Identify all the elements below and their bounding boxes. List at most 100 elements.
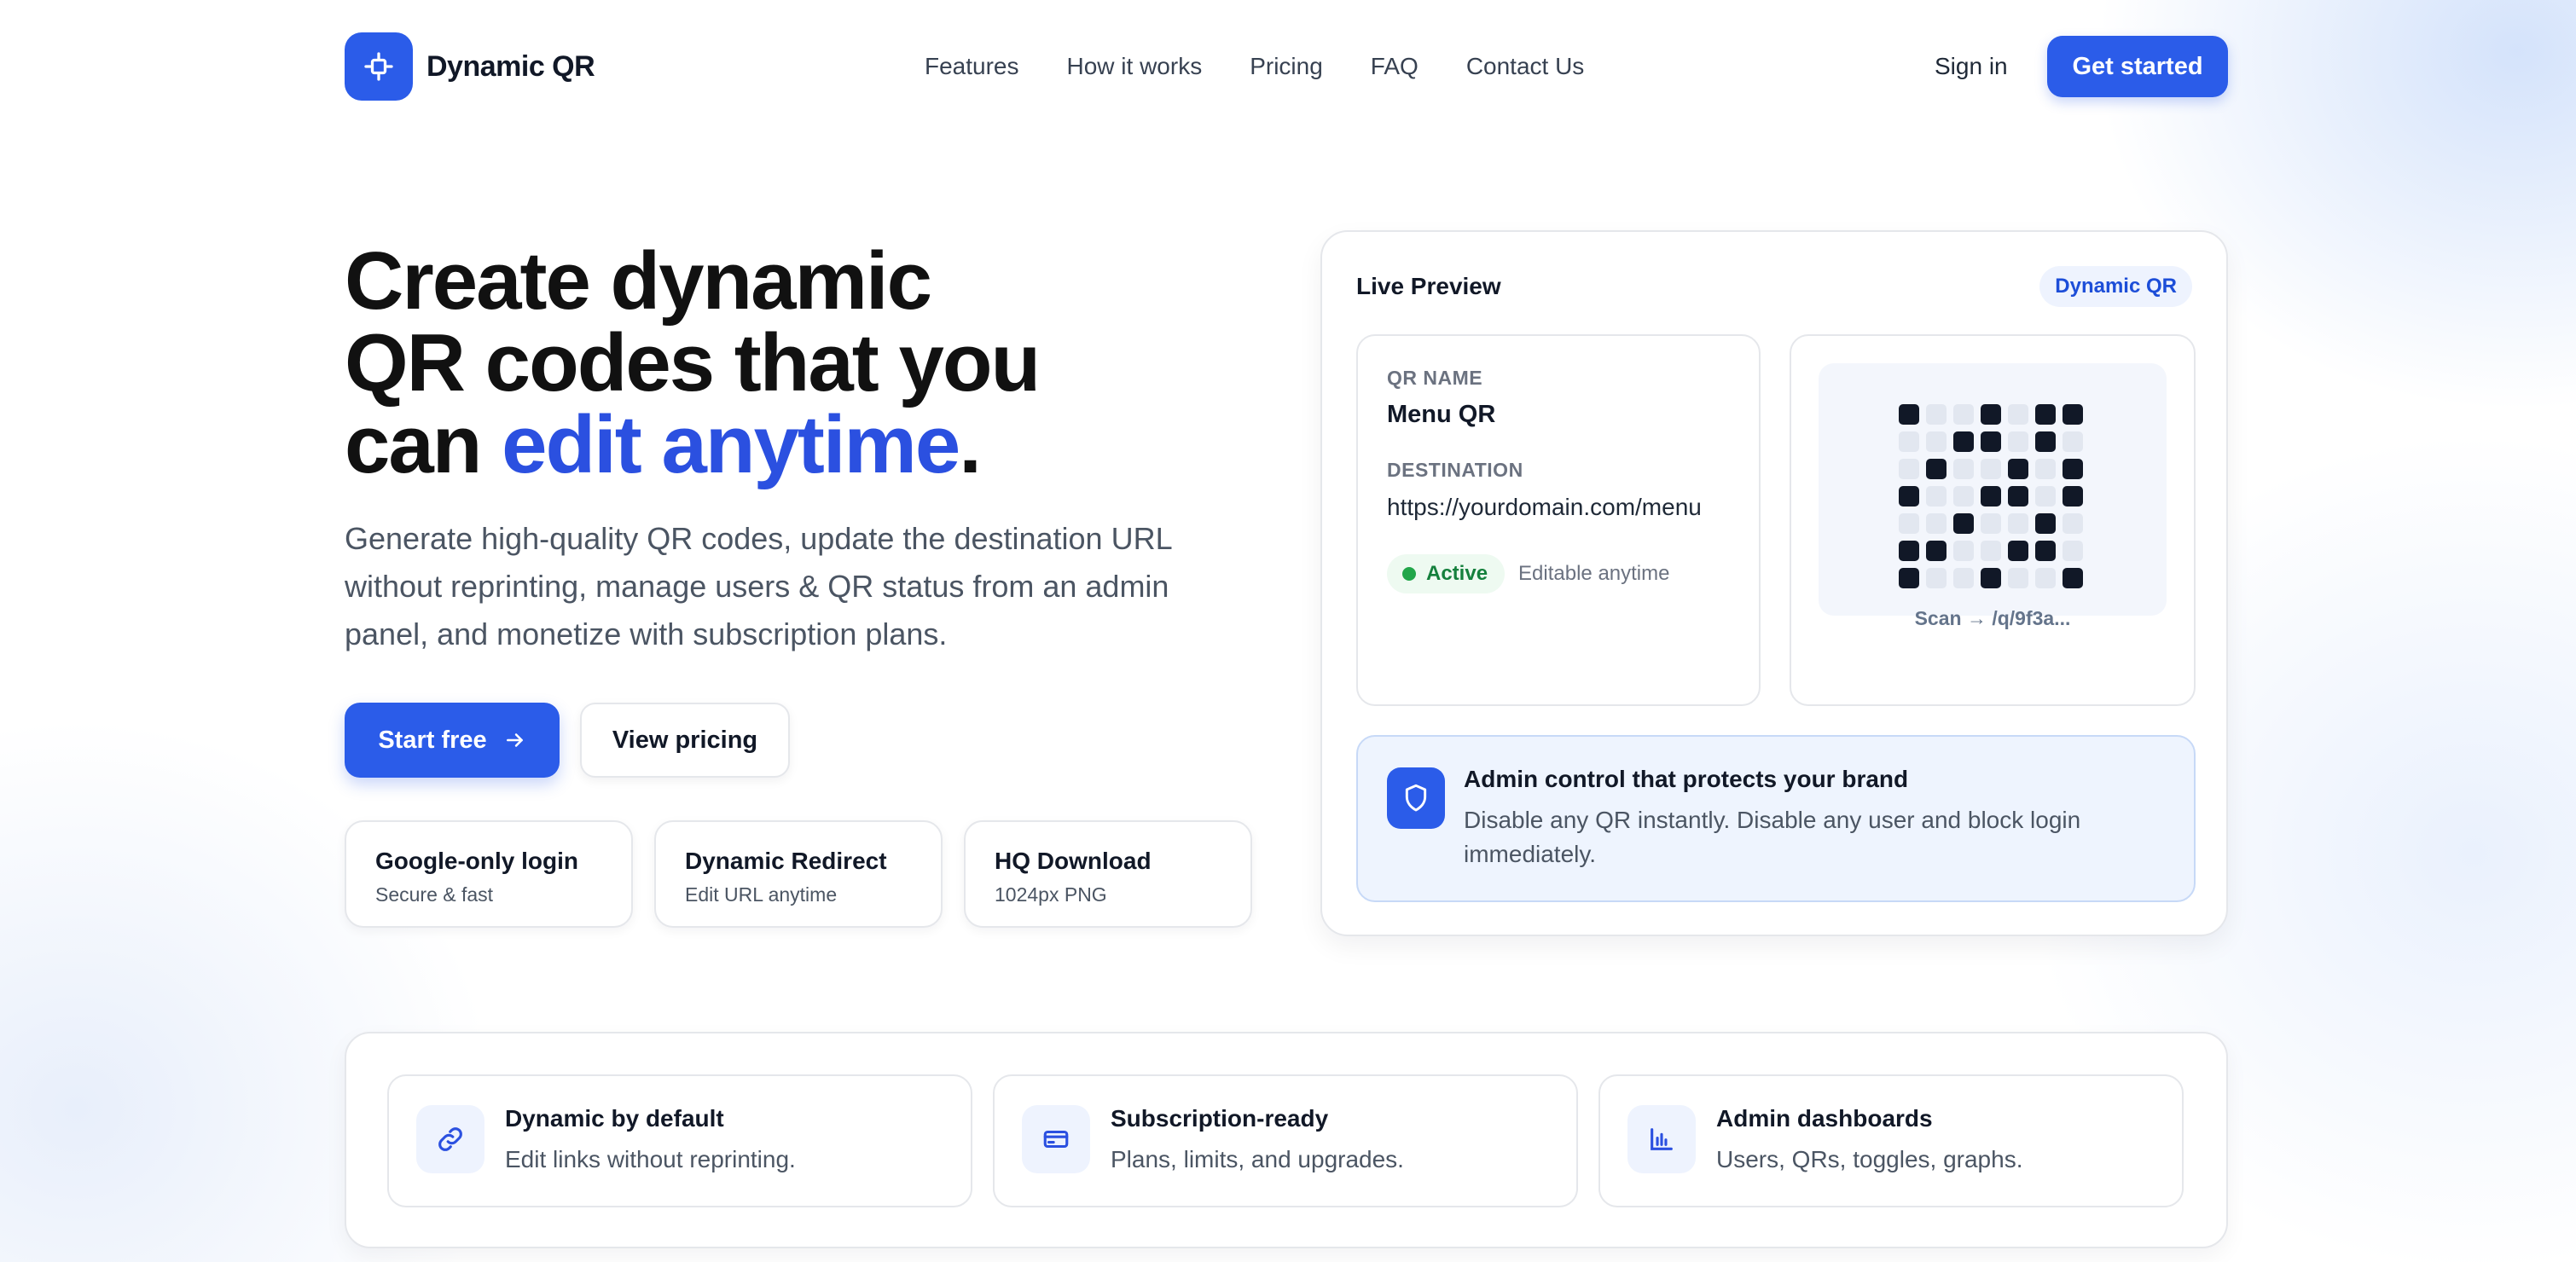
- qr-module: [2035, 404, 2056, 425]
- feature-chip-dynamic-redirect: Dynamic Redirect Edit URL anytime: [654, 820, 943, 928]
- qr-module: [2008, 513, 2028, 534]
- nav-link-features[interactable]: Features: [925, 53, 1019, 80]
- top-nav: Dynamic QR Features How it works Pricing…: [345, 32, 2228, 101]
- qr-module: [1981, 459, 2001, 479]
- qr-module: [1953, 568, 1974, 588]
- status-note: Editable anytime: [1518, 562, 1670, 585]
- shield-badge: [1387, 767, 1445, 829]
- qr-module: [2035, 568, 2056, 588]
- qr-module: [2008, 486, 2028, 507]
- feature-icon-box: [1627, 1105, 1696, 1173]
- qr-module: [1899, 513, 1919, 534]
- qr-module: [1953, 431, 1974, 452]
- nav-link-faq[interactable]: FAQ: [1371, 53, 1419, 80]
- feature-chip-title: HQ Download: [995, 848, 1152, 874]
- qr-module: [2063, 404, 2083, 425]
- feature-chip-subtitle: Edit URL anytime: [685, 883, 838, 906]
- qr-module: [1981, 404, 2001, 425]
- hero-title-line2: QR codes that you: [345, 317, 1041, 408]
- panel-title: Live Preview: [1356, 273, 1501, 299]
- qr-module: [2008, 459, 2028, 479]
- brand-name[interactable]: Dynamic QR: [426, 32, 595, 101]
- qr-module: [1953, 404, 1974, 425]
- qr-module: [2063, 431, 2083, 452]
- qr-module: [2035, 513, 2056, 534]
- qr-module: [1899, 459, 1919, 479]
- scan-caption: Scan → /q/9f3a...: [1914, 607, 2071, 629]
- qr-module: [1981, 541, 2001, 561]
- qr-module: [2035, 541, 2056, 561]
- feature-subtitle: Edit links without reprinting.: [505, 1146, 796, 1172]
- feature-icon-box: [416, 1105, 484, 1173]
- feature-title: Dynamic by default: [505, 1105, 724, 1132]
- qr-module: [2035, 486, 2056, 507]
- qr-module: [1899, 486, 1919, 507]
- sign-in-link[interactable]: Sign in: [1935, 32, 2008, 101]
- qr-module: [2008, 541, 2028, 561]
- qr-module: [2008, 431, 2028, 452]
- status-row: Active Editable anytime: [1387, 554, 1730, 593]
- hero-title-line1: Create dynamic: [345, 235, 932, 327]
- features-strip: Dynamic by default Edit links without re…: [345, 1032, 2228, 1248]
- qr-info-card: QR NAME Menu QR DESTINATION https://your…: [1356, 334, 1761, 706]
- qr-module: [1926, 568, 1947, 588]
- feature-card-dynamic: Dynamic by default Edit links without re…: [387, 1074, 972, 1207]
- status-dot-icon: [1402, 567, 1416, 581]
- destination-url: https://yourdomain.com/menu: [1387, 494, 1702, 520]
- get-started-button[interactable]: Get started: [2047, 36, 2228, 97]
- hero-title-suffix: .: [959, 399, 982, 490]
- feature-chip-google-login: Google-only login Secure & fast: [345, 820, 633, 928]
- hero-title: Create dynamic QR codes that you can edi…: [345, 240, 1240, 486]
- feature-subtitle: Users, QRs, toggles, graphs.: [1716, 1146, 2023, 1172]
- nav-links: Features How it works Pricing FAQ Contac…: [925, 32, 1632, 101]
- feature-chip-title: Google-only login: [375, 848, 578, 874]
- panel-badge: Dynamic QR: [2039, 266, 2192, 307]
- qr-module: [2008, 404, 2028, 425]
- qr-module: [1926, 431, 1947, 452]
- hero-subtitle: Generate high-quality QR codes, update t…: [345, 521, 1172, 651]
- feature-title: Admin dashboards: [1716, 1105, 1933, 1132]
- qr-module: [2035, 459, 2056, 479]
- credit-card-icon: [1043, 1130, 1069, 1149]
- qr-module: [1899, 568, 1919, 588]
- qr-module: [2063, 486, 2083, 507]
- status-label: Active: [1426, 562, 1488, 585]
- qr-name-label: QR NAME: [1387, 367, 1483, 389]
- qr-module: [1926, 459, 1947, 479]
- feature-chip-hq-download: HQ Download 1024px PNG: [964, 820, 1252, 928]
- destination-label: DESTINATION: [1387, 459, 1523, 481]
- feature-card-subscription: Subscription-ready Plans, limits, and up…: [993, 1074, 1578, 1207]
- view-pricing-button[interactable]: View pricing: [580, 703, 790, 778]
- feature-title: Subscription-ready: [1111, 1105, 1329, 1132]
- live-preview-panel: Live Preview Dynamic QR QR NAME Menu QR …: [1320, 230, 2228, 936]
- qr-module: [2063, 459, 2083, 479]
- admin-control-callout: Admin control that protects your brand D…: [1356, 735, 2196, 902]
- chip-icon: [364, 52, 393, 81]
- qr-code-icon: [1899, 404, 2083, 588]
- qr-module: [1953, 513, 1974, 534]
- nav-link-how-it-works[interactable]: How it works: [1067, 53, 1203, 80]
- qr-module: [1953, 459, 1974, 479]
- qr-name-value: Menu QR: [1387, 401, 1496, 428]
- qr-module: [2063, 541, 2083, 561]
- admin-text: Disable any QR instantly. Disable any us…: [1464, 807, 2081, 867]
- nav-link-contact[interactable]: Contact Us: [1466, 53, 1585, 80]
- qr-module: [1899, 431, 1919, 452]
- admin-title: Admin control that protects your brand: [1464, 766, 1909, 792]
- start-free-label: Start free: [378, 726, 487, 754]
- qr-module: [2063, 568, 2083, 588]
- start-free-button[interactable]: Start free: [345, 703, 560, 778]
- feature-icon-box: [1022, 1105, 1090, 1173]
- nav-link-pricing[interactable]: Pricing: [1250, 53, 1323, 80]
- feature-chip-subtitle: 1024px PNG: [995, 883, 1107, 906]
- qr-module: [2008, 568, 2028, 588]
- qr-code-area: [1819, 363, 2167, 616]
- feature-chip-subtitle: Secure & fast: [375, 883, 494, 906]
- qr-module: [2063, 513, 2083, 534]
- hero-title-accent: edit anytime: [502, 399, 960, 490]
- logo[interactable]: [345, 32, 413, 101]
- qr-module: [2035, 431, 2056, 452]
- feature-chip-title: Dynamic Redirect: [685, 848, 887, 874]
- qr-module: [1926, 541, 1947, 561]
- qr-module: [1981, 431, 2001, 452]
